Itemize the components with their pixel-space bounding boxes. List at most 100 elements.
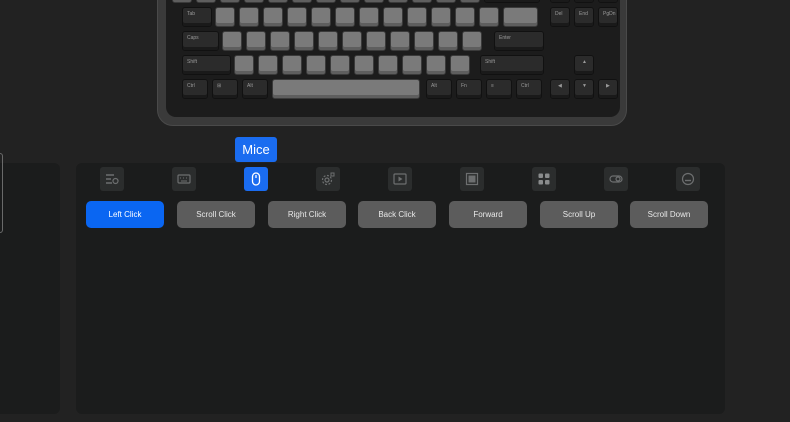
key[interactable] [460, 0, 480, 3]
key[interactable] [402, 55, 422, 75]
key[interactable] [383, 7, 403, 27]
key[interactable] [318, 31, 338, 51]
key[interactable] [484, 0, 540, 3]
key-assignment-panel: Left Click Scroll Click Right Click Back… [76, 163, 725, 414]
key[interactable] [172, 0, 192, 3]
key[interactable] [378, 55, 398, 75]
media-tab[interactable] [388, 167, 412, 191]
back-click-button[interactable]: Back Click [358, 201, 436, 228]
key[interactable] [412, 0, 432, 3]
mice-tooltip: Mice [235, 137, 277, 162]
macro-icon [106, 174, 119, 185]
key[interactable] [239, 7, 259, 27]
window-tab[interactable] [460, 167, 484, 191]
keyboard-preview: Tab Del End PgDn Caps Enter Shift Shift … [157, 0, 627, 126]
key[interactable] [598, 0, 618, 3]
left-panel [0, 163, 60, 414]
key[interactable] [407, 7, 427, 27]
function-tab[interactable] [316, 167, 340, 191]
key[interactable] [462, 31, 482, 51]
toggle-icon [609, 175, 623, 183]
key-fn[interactable]: Fn [456, 79, 482, 99]
play-icon [393, 173, 407, 185]
disable-icon [681, 172, 695, 186]
key[interactable] [234, 55, 254, 75]
macro-tab[interactable] [100, 167, 124, 191]
key[interactable] [294, 31, 314, 51]
key-backslash[interactable] [503, 7, 538, 27]
key-enter[interactable]: Enter [494, 31, 544, 51]
disable-tab[interactable] [676, 167, 700, 191]
key[interactable] [388, 0, 408, 3]
key[interactable] [222, 31, 242, 51]
key[interactable] [258, 55, 278, 75]
key-menu[interactable]: ≡ [486, 79, 512, 99]
key[interactable] [311, 7, 331, 27]
key[interactable] [270, 31, 290, 51]
key[interactable] [414, 31, 434, 51]
key[interactable] [450, 55, 470, 75]
key[interactable] [574, 0, 594, 3]
key-label: Ctrl [521, 83, 529, 89]
forward-button[interactable]: Forward [449, 201, 527, 228]
left-click-button[interactable]: Left Click [86, 201, 164, 228]
key[interactable] [342, 31, 362, 51]
light-tab[interactable] [604, 167, 628, 191]
apps-icon [538, 173, 550, 185]
gear-icon [321, 172, 335, 186]
key[interactable] [196, 0, 216, 3]
key[interactable] [287, 7, 307, 27]
key[interactable] [246, 31, 266, 51]
key-alt-right[interactable]: Alt [426, 79, 452, 99]
key-pgdn[interactable]: PgDn [598, 7, 618, 27]
key[interactable] [244, 0, 264, 3]
key[interactable] [340, 0, 360, 3]
key-tab[interactable]: Tab [182, 7, 212, 27]
key[interactable] [364, 0, 384, 3]
key-arrow-down[interactable]: ▼ [574, 79, 594, 99]
apps-tab[interactable] [532, 167, 556, 191]
key-del[interactable]: Del [550, 7, 570, 27]
key[interactable] [390, 31, 410, 51]
key-arrow-left[interactable]: ◀ [550, 79, 570, 99]
key-ctrl-right[interactable]: Ctrl [516, 79, 542, 99]
key[interactable] [366, 31, 386, 51]
key[interactable] [359, 7, 379, 27]
right-click-button[interactable]: Right Click [268, 201, 346, 228]
key[interactable] [220, 0, 240, 3]
scroll-up-button[interactable]: Scroll Up [540, 201, 618, 228]
key[interactable] [550, 0, 570, 3]
key[interactable] [455, 7, 475, 27]
key[interactable] [306, 55, 326, 75]
key[interactable] [431, 7, 451, 27]
key-alt-left[interactable]: Alt [242, 79, 268, 99]
key[interactable] [292, 0, 312, 3]
key-win[interactable]: ⊞ [212, 79, 238, 99]
mice-tab[interactable] [244, 167, 268, 191]
scroll-click-button[interactable]: Scroll Click [177, 201, 255, 228]
keyboard-tab[interactable] [172, 167, 196, 191]
key-arrow-up[interactable]: ▲ [574, 55, 594, 75]
key[interactable] [268, 0, 288, 3]
scroll-down-button[interactable]: Scroll Down [630, 201, 708, 228]
key[interactable] [316, 0, 336, 3]
key[interactable] [282, 55, 302, 75]
key-label: Del [555, 11, 563, 17]
key[interactable] [438, 31, 458, 51]
key[interactable] [335, 7, 355, 27]
key-shift-left[interactable]: Shift [182, 55, 231, 75]
key[interactable] [354, 55, 374, 75]
key[interactable] [479, 7, 499, 27]
key[interactable] [263, 7, 283, 27]
key-end[interactable]: End [574, 7, 594, 27]
key[interactable] [426, 55, 446, 75]
key-arrow-right[interactable]: ▶ [598, 79, 618, 99]
key-ctrl-left[interactable]: Ctrl [182, 79, 208, 99]
key[interactable] [330, 55, 350, 75]
key-space[interactable] [272, 79, 420, 99]
key-caps[interactable]: Caps [182, 31, 219, 51]
left-panel-selection[interactable] [0, 153, 3, 233]
key-shift-right[interactable]: Shift [480, 55, 544, 75]
key[interactable] [215, 7, 235, 27]
key[interactable] [436, 0, 456, 3]
